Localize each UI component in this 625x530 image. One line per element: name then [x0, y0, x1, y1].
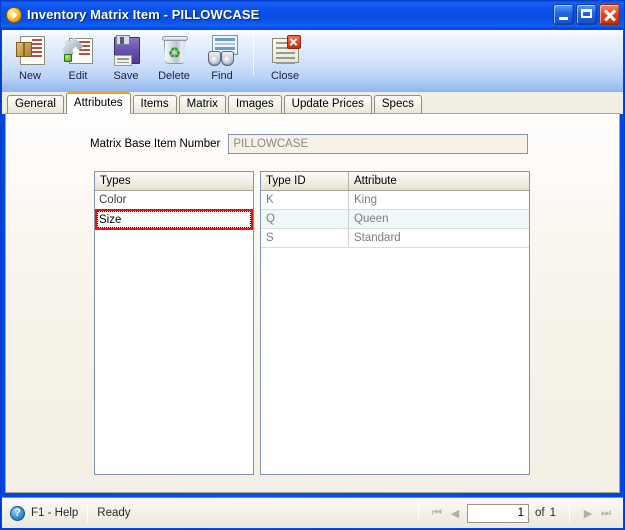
- record-navigator: ⏮ ◀ 1 of 1 ▶ ⏭: [409, 503, 615, 523]
- minimize-icon[interactable]: [553, 4, 574, 25]
- app-circle-icon: [6, 6, 22, 23]
- recycle-bin-delete-icon: ♻: [158, 34, 191, 67]
- binoculars-find-icon: [206, 34, 239, 67]
- main-toolbar: New Edit Save ♻ Delete Find Close: [2, 29, 623, 92]
- save-button[interactable]: Save: [102, 31, 150, 90]
- tab-images[interactable]: Images: [227, 95, 282, 114]
- divider: [418, 504, 419, 522]
- base-item-field-row: Matrix Base Item Number PILLOWCASE: [90, 134, 529, 154]
- status-text: Ready: [97, 507, 131, 519]
- column-header-type-id[interactable]: Type ID: [261, 172, 349, 190]
- floppy-disk-save-icon: [110, 34, 143, 67]
- application-window: Inventory Matrix Item - PILLOWCASE New E…: [0, 0, 625, 530]
- new-item-icon: [14, 34, 47, 67]
- cell-attribute: King: [354, 194, 378, 206]
- nav-next-icon[interactable]: ▶: [579, 504, 597, 522]
- page-number-input[interactable]: 1: [467, 503, 529, 523]
- tab-specs[interactable]: Specs: [373, 95, 422, 114]
- close-button-label: Close: [270, 70, 300, 82]
- document-close-icon: [269, 34, 302, 67]
- maximize-icon[interactable]: [576, 4, 597, 25]
- table-row[interactable]: S Standard: [261, 229, 529, 248]
- status-bar: ? F1 - Help Ready ⏮ ◀ 1 of 1 ▶ ⏭: [2, 497, 623, 528]
- list-item[interactable]: Color: [95, 191, 253, 210]
- divider: [87, 504, 89, 522]
- new-button-label: New: [18, 70, 41, 82]
- window-title: Inventory Matrix Item - PILLOWCASE: [27, 7, 260, 22]
- tab-attributes[interactable]: Attributes: [65, 92, 131, 114]
- list-item[interactable]: Size: [95, 209, 253, 230]
- tab-update-prices[interactable]: Update Prices: [283, 95, 372, 114]
- tab-items[interactable]: Items: [132, 95, 177, 114]
- close-button[interactable]: Close: [261, 31, 309, 90]
- attributes-grid-header: Type ID Attribute: [261, 172, 529, 191]
- base-item-input[interactable]: PILLOWCASE: [228, 134, 529, 154]
- tab-matrix[interactable]: Matrix: [178, 95, 226, 114]
- cell-type-id: K: [261, 191, 349, 209]
- window-controls: [553, 4, 620, 25]
- table-row[interactable]: Q Queen: [261, 210, 529, 229]
- table-row[interactable]: K King: [261, 191, 529, 210]
- types-list-header: Types: [95, 172, 253, 191]
- edit-button[interactable]: Edit: [54, 31, 102, 90]
- window-titlebar[interactable]: Inventory Matrix Item - PILLOWCASE: [1, 1, 624, 28]
- of-label: of: [535, 507, 545, 519]
- cell-type-id: Q: [261, 210, 349, 228]
- divider: [569, 504, 570, 522]
- nav-prev-icon[interactable]: ◀: [446, 504, 464, 522]
- toolbar-separator: [253, 34, 254, 76]
- tab-bar: General Attributes Items Matrix Images U…: [2, 92, 623, 114]
- types-list[interactable]: Types Color Size: [94, 171, 254, 475]
- column-header-attribute[interactable]: Attribute: [349, 172, 529, 190]
- nav-last-icon[interactable]: ⏭: [597, 504, 615, 522]
- cell-type-id: S: [261, 229, 349, 247]
- tab-general[interactable]: General: [7, 95, 64, 114]
- close-icon[interactable]: [599, 4, 620, 25]
- cell-attribute: Standard: [354, 232, 401, 244]
- find-button[interactable]: Find: [198, 31, 246, 90]
- edit-button-label: Edit: [68, 70, 88, 82]
- cell-attribute: Queen: [354, 213, 389, 225]
- help-question-icon[interactable]: ?: [10, 505, 25, 521]
- new-button[interactable]: New: [6, 31, 54, 90]
- total-pages: 1: [549, 507, 556, 519]
- wrench-edit-icon: [62, 34, 95, 67]
- help-label[interactable]: F1 - Help: [31, 507, 78, 519]
- save-button-label: Save: [113, 70, 139, 82]
- attributes-tab-panel: Matrix Base Item Number PILLOWCASE Types…: [5, 113, 620, 493]
- attributes-grid[interactable]: Type ID Attribute K King Q Queen S Stand…: [260, 171, 530, 475]
- nav-first-icon[interactable]: ⏮: [428, 504, 446, 522]
- delete-button-label: Delete: [158, 70, 190, 82]
- delete-button[interactable]: ♻ Delete: [150, 31, 198, 90]
- find-button-label: Find: [211, 70, 233, 82]
- base-item-label: Matrix Base Item Number: [90, 138, 221, 150]
